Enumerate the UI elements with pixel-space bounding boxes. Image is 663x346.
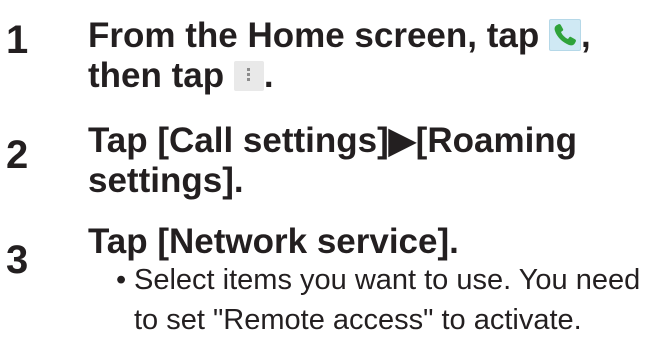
instruction-text: From the Home screen, tap: [88, 16, 549, 55]
note-text: Select items you want to use. You need: [134, 264, 641, 296]
step-number: 2: [6, 133, 29, 177]
instruction-line: Tap [Call settings]▶[Roaming: [88, 121, 578, 160]
step-instruction: From the Home screen, tap , then tap .: [88, 16, 658, 96]
bullet: •: [116, 264, 127, 296]
note-text: to set "Remote access" to activate.: [134, 304, 582, 336]
instruction-line: Tap [Network service].: [88, 222, 459, 261]
instruction-text: ,: [580, 16, 591, 55]
phone-icon: [548, 19, 581, 51]
menu-icon: [233, 61, 264, 91]
step-instruction: Tap [Call settings]▶[Roaming settings].: [88, 121, 658, 201]
instruction-line: settings].: [88, 161, 244, 200]
instruction-text: then tap: [88, 56, 234, 95]
instruction-text: .: [263, 56, 274, 95]
step-instruction: Tap [Network service].: [88, 222, 658, 262]
instruction-line: From the Home screen, tap ,: [88, 16, 591, 55]
instruction-line: then tap .: [88, 56, 274, 95]
step-number: 1: [6, 18, 29, 62]
step-number: 3: [6, 238, 29, 282]
